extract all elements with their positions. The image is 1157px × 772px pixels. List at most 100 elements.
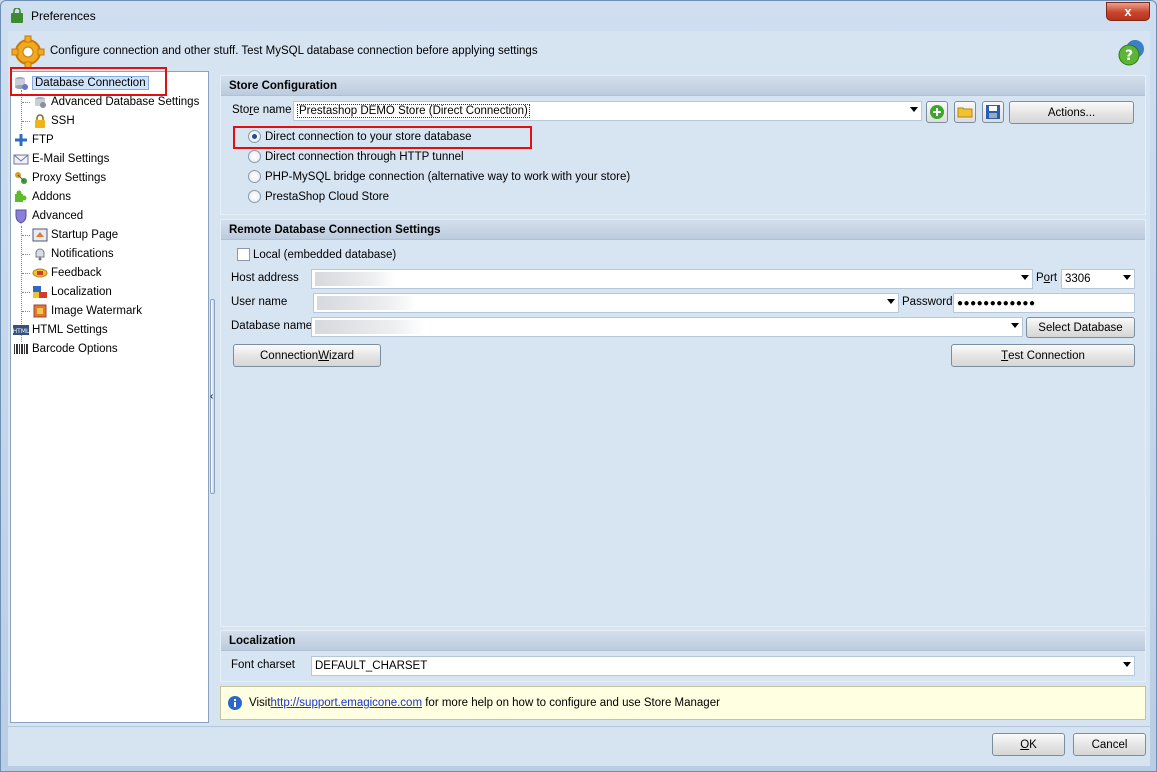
settings-tree[interactable]: Database Connection Advanced Database Se… xyxy=(10,71,209,723)
store-name-label: Store name xyxy=(232,104,292,116)
close-button[interactable]: x xyxy=(1106,2,1150,21)
highlight-box-database-connection xyxy=(10,67,167,96)
connection-wizard-button[interactable]: Connection Wizard xyxy=(233,344,381,367)
image-icon xyxy=(33,304,47,318)
tree-item-barcode-options[interactable]: Barcode Options xyxy=(13,340,118,358)
radio-control[interactable] xyxy=(248,170,261,183)
tree-connector xyxy=(22,273,30,274)
radio-control[interactable] xyxy=(248,190,261,203)
tree-item-startup-page[interactable]: Startup Page xyxy=(32,226,118,244)
font-charset-value: DEFAULT_CHARSET xyxy=(315,660,428,672)
redacted-value xyxy=(317,296,417,310)
select-database-button[interactable]: Select Database xyxy=(1026,317,1135,338)
tree-item-label: Advanced Database Settings xyxy=(51,96,200,108)
radio-http-tunnel[interactable]: Direct connection through HTTP tunnel xyxy=(248,150,464,163)
tree-connector xyxy=(21,90,22,130)
plus-icon xyxy=(930,105,944,119)
tree-item-label: Localization xyxy=(51,286,112,298)
svg-text:?: ? xyxy=(1125,48,1133,64)
port-value: 3306 xyxy=(1065,273,1091,285)
checkbox-label: Local (embedded database) xyxy=(253,248,397,261)
header: Configure connection and other stuff. Te… xyxy=(8,31,1150,71)
local-db-checkbox[interactable]: Local (embedded database) xyxy=(237,248,396,261)
ftp-icon xyxy=(15,134,27,146)
help-icon[interactable]: ? xyxy=(1118,38,1146,66)
tree-item-label: Feedback xyxy=(51,267,102,279)
password-field[interactable]: ●●●●●●●●●●●● xyxy=(953,293,1135,313)
tree-item-ftp[interactable]: FTP xyxy=(13,131,54,149)
radio-label: Direct connection through HTTP tunnel xyxy=(265,150,464,163)
store-name-combo[interactable]: Prestashop DEMO Store (Direct Connection… xyxy=(293,101,922,121)
tree-item-label: Notifications xyxy=(51,248,114,260)
tree-item-proxy-settings[interactable]: Proxy Settings xyxy=(13,169,106,187)
tree-item-label: Barcode Options xyxy=(32,343,118,355)
database-name-combo[interactable] xyxy=(311,317,1023,337)
app-icon xyxy=(11,8,23,23)
collapse-arrow-icon[interactable]: ‹ xyxy=(210,391,213,402)
host-address-combo[interactable] xyxy=(311,269,1033,289)
checkbox-control[interactable] xyxy=(237,248,250,261)
panel-title: Store Configuration xyxy=(221,76,1145,96)
info-text-post: for more help on how to configure and us… xyxy=(422,697,720,709)
tree-item-feedback[interactable]: Feedback xyxy=(32,264,102,282)
panel-title: Localization xyxy=(221,631,1145,651)
chevron-down-icon[interactable] xyxy=(887,299,895,304)
radio-control[interactable] xyxy=(248,150,261,163)
port-combo[interactable]: 3306 xyxy=(1061,269,1135,289)
radio-label: PrestaShop Cloud Store xyxy=(265,190,390,203)
add-store-button[interactable] xyxy=(926,101,948,123)
tree-item-image-watermark[interactable]: Image Watermark xyxy=(32,302,142,320)
radio-prestashop-cloud[interactable]: PrestaShop Cloud Store xyxy=(248,190,389,203)
puzzle-icon xyxy=(15,190,27,202)
shield-icon xyxy=(15,209,27,224)
chevron-down-icon[interactable] xyxy=(1011,323,1019,328)
settings-icon xyxy=(35,97,46,108)
tree-item-notifications[interactable]: Notifications xyxy=(32,245,114,263)
tree-item-ssh[interactable]: SSH xyxy=(32,112,75,130)
tree-connector xyxy=(22,254,30,255)
highlight-box-direct-connection xyxy=(233,126,532,149)
user-name-combo[interactable] xyxy=(313,293,899,313)
tree-item-label: E-Mail Settings xyxy=(32,153,110,165)
tree-connector xyxy=(22,311,30,312)
actions-button[interactable]: Actions... xyxy=(1009,101,1134,124)
chevron-down-icon[interactable] xyxy=(1021,275,1029,280)
font-charset-label: Font charset xyxy=(231,659,295,671)
panel-splitter[interactable]: ‹ xyxy=(209,71,217,723)
ok-button[interactable]: OK xyxy=(992,733,1065,756)
radio-label: PHP-MySQL bridge connection (alternative… xyxy=(265,170,631,183)
chevron-down-icon[interactable] xyxy=(1123,275,1131,280)
test-connection-button[interactable]: Test Connection xyxy=(951,344,1135,367)
footer-separator xyxy=(8,726,1150,727)
client-area: Configure connection and other stuff. Te… xyxy=(8,31,1150,766)
font-charset-combo[interactable]: DEFAULT_CHARSET xyxy=(311,656,1135,676)
info-text-pre: Visit xyxy=(249,697,271,709)
store-name-value: Prestashop DEMO Store (Direct Connection… xyxy=(297,104,530,118)
chevron-down-icon[interactable] xyxy=(910,107,918,112)
support-link[interactable]: http://support.emagicone.com xyxy=(271,697,423,709)
tree-item-label: Advanced xyxy=(32,210,84,222)
tree-item-localization[interactable]: Localization xyxy=(32,283,112,301)
tree-item-label: FTP xyxy=(32,134,54,146)
tree-item-advanced[interactable]: Advanced xyxy=(13,207,83,225)
svg-text:HTML: HTML xyxy=(13,328,29,335)
cancel-button[interactable]: Cancel xyxy=(1073,733,1146,756)
gear-icon xyxy=(11,35,45,69)
tree-item-label: Proxy Settings xyxy=(32,172,107,184)
chevron-down-icon[interactable] xyxy=(1123,662,1131,667)
tree-connector xyxy=(22,102,30,103)
radio-php-mysql-bridge[interactable]: PHP-MySQL bridge connection (alternative… xyxy=(248,170,630,183)
barcode-icon xyxy=(14,344,28,354)
tree-item-label: Addons xyxy=(32,191,72,203)
info-icon xyxy=(228,696,242,710)
html-icon: HTML xyxy=(13,325,29,335)
tree-item-html-settings[interactable]: HTML HTML Settings xyxy=(13,321,108,339)
open-store-button[interactable] xyxy=(954,101,976,123)
save-store-button[interactable] xyxy=(982,101,1004,123)
tree-item-addons[interactable]: Addons xyxy=(13,188,71,206)
title-bar[interactable]: Preferences xyxy=(1,1,1156,31)
help-info-bar: Visit http://support.emagicone.com for m… xyxy=(220,686,1146,720)
tree-item-label: SSH xyxy=(51,115,75,127)
tree-item-label: Image Watermark xyxy=(51,305,142,317)
tree-item-email-settings[interactable]: E-Mail Settings xyxy=(13,150,109,168)
